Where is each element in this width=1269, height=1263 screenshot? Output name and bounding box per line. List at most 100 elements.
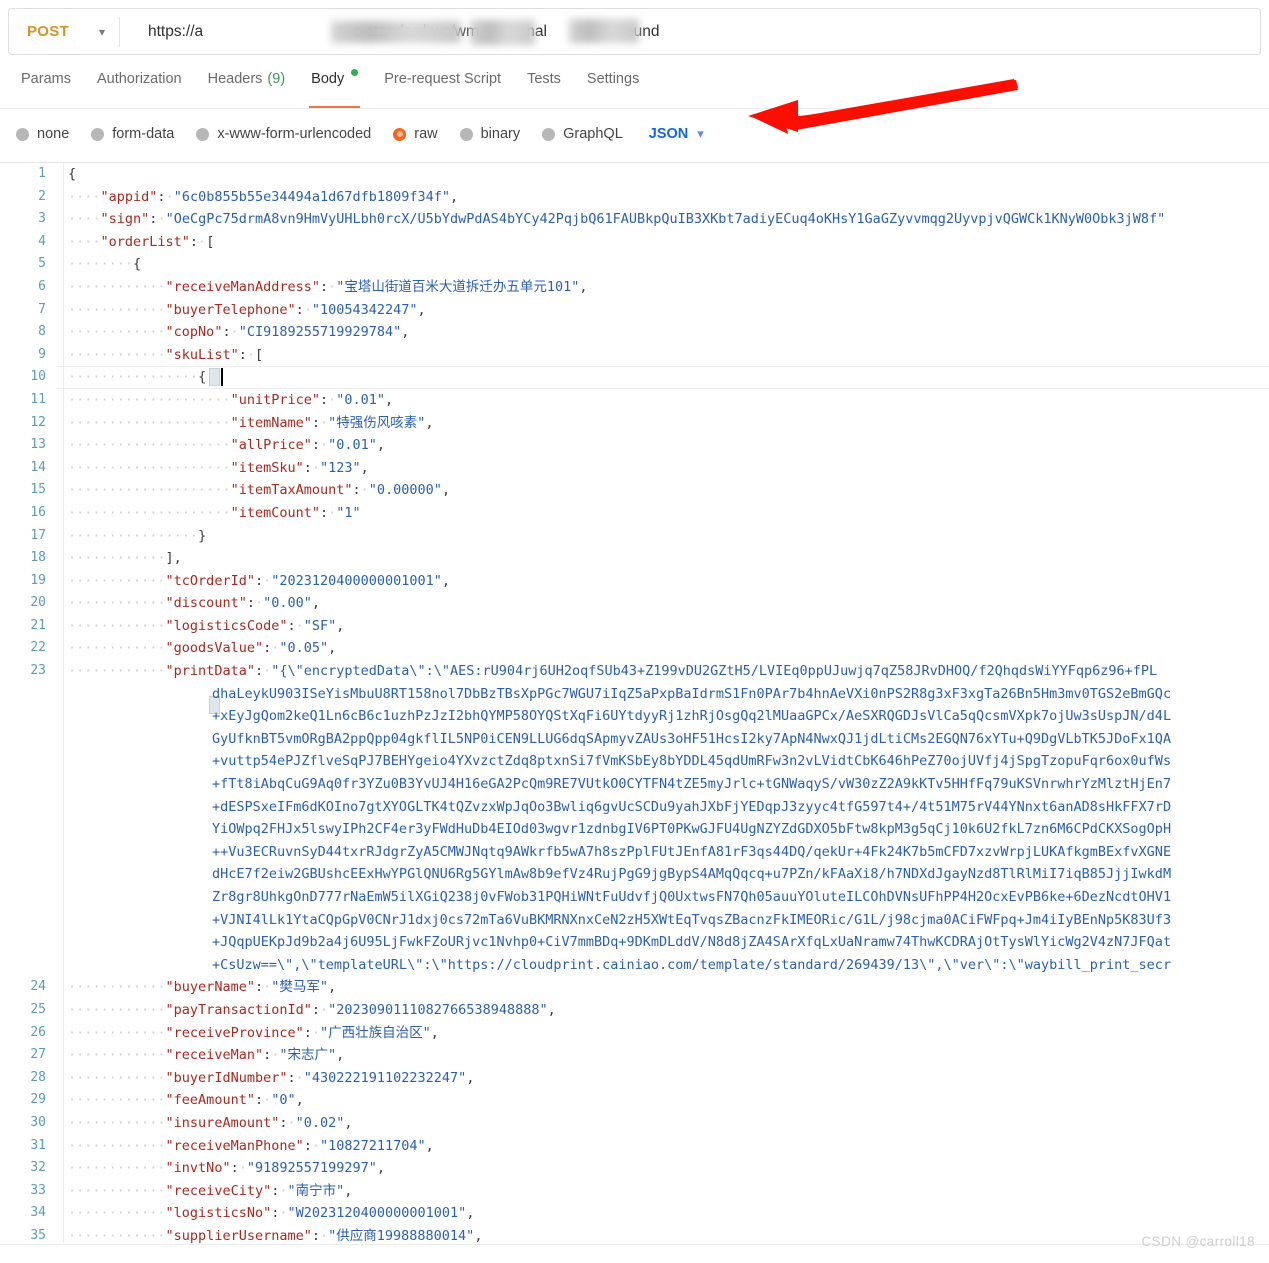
code-line-wrapped[interactable]: dHcE7f2eiw2GBUshcEExHwYPGlQNU6Rg5GYlmAw8… <box>68 863 1269 886</box>
tab-pre-request-script[interactable]: Pre-request Script <box>371 70 514 104</box>
json-code-content[interactable]: {····"appid":·"6c0b855b55e34494a1d67dfb1… <box>63 163 1269 1243</box>
radio-label: raw <box>414 126 438 142</box>
radio-icon[interactable] <box>542 127 556 141</box>
body-type-raw[interactable]: raw <box>393 126 438 142</box>
url-input[interactable]: https://as-standard-ws/wms-externalound <box>120 9 1260 54</box>
code-line[interactable]: ············"feeAmount":·"0", <box>68 1089 1269 1112</box>
code-line[interactable]: ····················"itemSku":·"123", <box>68 457 1269 480</box>
code-line[interactable]: ············"supplierUsername":·"供应商1998… <box>68 1225 1269 1243</box>
line-number: 6 <box>38 278 46 294</box>
code-line[interactable]: ············"discount":·"0.00", <box>68 592 1269 615</box>
code-line-wrapped[interactable]: +vuttp54ePJZflveSqPJ7BEHYgeio4YXvzctZdq8… <box>68 750 1269 773</box>
code-line[interactable]: ············"payTransactionId":·"2023090… <box>68 999 1269 1022</box>
tab-label: Params <box>21 71 71 87</box>
code-line[interactable]: ············"logisticsNo":·"W20231204000… <box>68 1202 1269 1225</box>
code-line-wrapped[interactable]: YiOWpq2FHJx5lswyIPh2CF4er3yFWdHuDb4EIOd0… <box>68 818 1269 841</box>
line-number: 8 <box>38 324 46 340</box>
line-number: 33 <box>30 1182 46 1198</box>
code-line[interactable]: ············"skuList":·[ <box>68 344 1269 367</box>
code-line-wrapped[interactable]: +VJNI4lLk1YtaCQpGpV0CNrJ1dxj0cs72mTa6VuB… <box>68 909 1269 932</box>
line-number: 24 <box>30 979 46 995</box>
tab-label: Authorization <box>96 71 182 87</box>
line-number: 2 <box>38 188 46 204</box>
code-line[interactable]: ············"copNo":·"CI9189255719929784… <box>68 321 1269 344</box>
http-method-selector[interactable]: POST ▾ <box>9 9 119 54</box>
radio-icon[interactable] <box>91 127 105 141</box>
line-number: 14 <box>30 459 46 475</box>
body-type-form-data[interactable]: form-data <box>91 126 174 142</box>
tab-settings[interactable]: Settings <box>574 70 652 104</box>
tab-label: Pre-request Script <box>384 71 502 87</box>
code-line-wrapped[interactable]: +fTt8iAbqCuG9Aq0fr3YZu0B3YvUJ4H16eGA2PcQ… <box>68 773 1269 796</box>
tab-params[interactable]: Params <box>8 70 84 104</box>
code-line[interactable]: ················{ <box>68 366 1269 389</box>
raw-format-label: JSON <box>648 126 689 142</box>
line-number: 34 <box>30 1205 46 1221</box>
code-line[interactable]: ····"orderList":·[ <box>68 231 1269 254</box>
code-line-wrapped[interactable]: +dESPSxeIFm6dKOIno7gtXYOGLTK4tQZvzxWpJqO… <box>68 796 1269 819</box>
body-type-none[interactable]: none <box>16 126 69 142</box>
tab-headers[interactable]: Headers (9) <box>195 70 299 104</box>
code-line-wrapped[interactable]: GyUfknBT5vmORgBA2ppQpp04gkflIL5NP0iCEN9L… <box>68 728 1269 751</box>
code-line[interactable]: ············"buyerIdNumber":·"4302221911… <box>68 1067 1269 1090</box>
code-line[interactable]: ············"receiveManPhone":·"10827211… <box>68 1135 1269 1158</box>
code-line[interactable]: ············"receiveCity":·"南宁市", <box>68 1180 1269 1203</box>
line-number: 19 <box>30 572 46 588</box>
line-number: 4 <box>38 233 46 249</box>
code-line[interactable]: ············"buyerName":·"樊马军", <box>68 976 1269 999</box>
line-number: 12 <box>30 414 46 430</box>
code-line[interactable]: ····················"itemCount":·"1" <box>68 502 1269 525</box>
radio-label: none <box>37 126 70 142</box>
radio-icon[interactable] <box>16 127 29 141</box>
code-line-wrapped[interactable]: +xEyJgQom2keQ1Ln6cB6c1uzhPzJzI2bhQYMP58O… <box>68 705 1269 728</box>
divider <box>0 1244 1269 1245</box>
body-type-urlencoded[interactable]: x-www-form-urlencoded <box>196 126 371 142</box>
code-line-wrapped[interactable]: +CsUzw==\",\"templateURL\":\"https://clo… <box>68 954 1269 977</box>
code-line[interactable]: ············"invtNo":·"91892557199297", <box>68 1157 1269 1180</box>
body-type-binary[interactable]: binary <box>459 126 521 142</box>
line-number: 35 <box>30 1227 46 1243</box>
code-line[interactable]: ········{ <box>68 253 1269 276</box>
chevron-down-icon[interactable]: ▾ <box>99 26 105 38</box>
code-line[interactable]: ············"tcOrderId":·"20231204000000… <box>68 570 1269 593</box>
line-number: 5 <box>38 256 46 272</box>
code-line[interactable]: ············"printData":·"{\"encryptedDa… <box>68 660 1269 683</box>
code-line[interactable]: ····················"allPrice":·"0.01", <box>68 434 1269 457</box>
code-line[interactable]: ············"receiveMan":·"宋志广", <box>68 1044 1269 1067</box>
code-line-wrapped[interactable]: Zr8gr8UhkgOnD777rNaEmW5ilXGiQ238j0vFWob3… <box>68 886 1269 909</box>
line-number: 23 <box>30 663 46 679</box>
tab-label: Settings <box>586 71 640 87</box>
code-line[interactable]: ············"goodsValue":·"0.05", <box>68 637 1269 660</box>
code-line[interactable]: ············], <box>68 547 1269 570</box>
code-line[interactable]: ····"appid":·"6c0b855b55e34494a1d67dfb18… <box>68 186 1269 209</box>
chevron-down-icon[interactable]: ▾ <box>697 126 704 142</box>
code-line[interactable]: { <box>68 163 1269 186</box>
code-line[interactable]: ····"sign":·"OeCgPc75drmA8vn9HmVyUHLbh0r… <box>68 208 1269 231</box>
redaction-blur <box>569 19 639 43</box>
tab-body[interactable]: Body <box>298 69 371 108</box>
radio-icon[interactable] <box>459 127 473 141</box>
line-number: 11 <box>30 391 46 407</box>
radio-label: binary <box>480 126 521 142</box>
code-line[interactable]: ····················"itemName":·"特强伤风咳素"… <box>68 412 1269 435</box>
raw-format-selector[interactable]: JSON ▾ <box>649 126 704 142</box>
line-number: 28 <box>30 1069 46 1085</box>
radio-selected-icon[interactable] <box>393 127 407 141</box>
code-line[interactable]: ············"logisticsCode":·"SF", <box>68 615 1269 638</box>
code-line[interactable]: ············"buyerTelephone":·"100543422… <box>68 299 1269 322</box>
code-line[interactable]: ················} <box>68 525 1269 548</box>
code-line-wrapped[interactable]: +JQqpUEKpJd9b2a4j6U95LjFwkFZoURjvc1Nvhp0… <box>68 931 1269 954</box>
tab-authorization[interactable]: Authorization <box>84 70 195 104</box>
body-type-graphql[interactable]: GraphQL <box>542 126 623 142</box>
code-line[interactable]: ····················"itemTaxAmount":·"0.… <box>68 479 1269 502</box>
radio-icon[interactable] <box>196 127 210 141</box>
code-line[interactable]: ············"receiveManAddress":·"宝塔山街道百… <box>68 276 1269 299</box>
code-line-wrapped[interactable]: ++Vu3ECRuvnSyD44txrRJdgrZyA5CMWJNqtq9AWk… <box>68 841 1269 864</box>
code-line[interactable]: ············"insureAmount":·"0.02", <box>68 1112 1269 1135</box>
json-body-editor[interactable]: 1 2 3 4 5 6 7 8 9 10 11 12 13 14 15 16 17 18 19 20 21 22 23 24 2… <box>0 163 1269 1243</box>
code-line[interactable]: ····················"unitPrice":·"0.01", <box>68 389 1269 412</box>
code-line-wrapped[interactable]: dhaLeykU903ISeYisMbuU8RT158nol7DbBzTBsXp… <box>68 683 1269 706</box>
divider <box>0 108 1269 109</box>
code-line[interactable]: ············"receiveProvince":·"广西壮族自治区"… <box>68 1022 1269 1045</box>
tab-tests[interactable]: Tests <box>514 70 574 104</box>
